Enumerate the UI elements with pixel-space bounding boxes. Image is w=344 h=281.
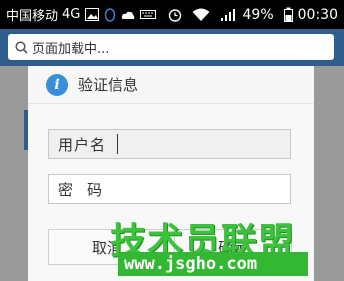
- battery-percent: 49%: [242, 6, 274, 23]
- network-type: 4G: [62, 7, 81, 22]
- status-bar: 中国移动 4G 49% 00:30: [0, 0, 344, 29]
- dialog-title: 验证信息: [78, 76, 139, 94]
- watermark: 技术员联盟 www.jsgho.com: [110, 212, 308, 278]
- alarm-icon: [168, 8, 182, 22]
- battery-icon: [283, 7, 293, 22]
- address-text: 页面加载中...: [32, 41, 110, 57]
- carrier-name: 中国移动: [6, 9, 59, 24]
- search-icon: [15, 40, 28, 54]
- wifi-icon: [192, 8, 210, 22]
- password-field[interactable]: 密码: [48, 174, 291, 204]
- browser-toolbar: 页面加载中...: [0, 29, 344, 66]
- info-icon: i: [46, 73, 68, 96]
- qq-icon: [104, 7, 116, 22]
- dialog-header: i 验证信息: [28, 66, 314, 104]
- address-input[interactable]: 页面加载中...: [8, 34, 334, 60]
- password-label: 密码: [58, 180, 117, 199]
- signal-icon: [220, 8, 238, 22]
- watermark-url: www.jsgho.com: [124, 254, 258, 274]
- keyboard-icon: [140, 10, 157, 19]
- image-icon: [85, 8, 100, 21]
- cloud-icon: [121, 10, 135, 20]
- username-field[interactable]: 用户名: [48, 129, 291, 159]
- text-cursor: [117, 134, 119, 154]
- clock: 00:30: [297, 6, 338, 23]
- status-right: 49% 00:30: [163, 7, 338, 23]
- username-label: 用户名: [58, 135, 107, 154]
